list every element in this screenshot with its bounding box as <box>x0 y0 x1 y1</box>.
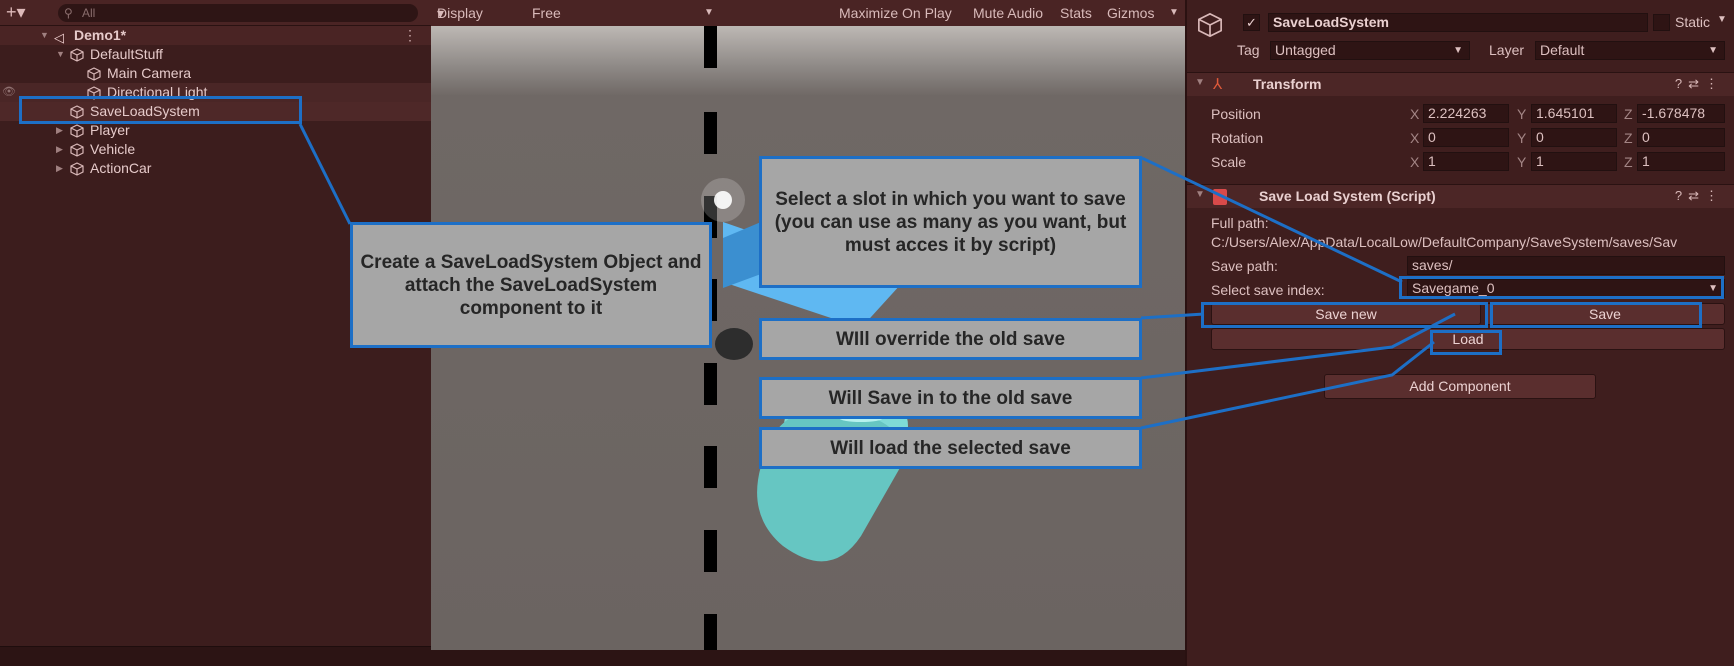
expand-arrow-icon[interactable]: ▼ <box>1195 189 1205 200</box>
rotation-z-input[interactable]: 0 <box>1637 128 1725 147</box>
component-header-icons[interactable]: ?⇄⋮ <box>1675 188 1724 204</box>
hierarchy-item-vehicle[interactable]: ▶ Vehicle <box>0 140 431 159</box>
vehicle-wheel <box>715 328 753 360</box>
layer-dropdown[interactable]: Default ▼ <box>1535 41 1725 60</box>
display-dropdown[interactable]: Display 1 ▾ <box>437 0 483 47</box>
gizmos-dropdown[interactable]: Gizmos <box>1107 0 1154 26</box>
axis-x-label: X <box>1410 106 1420 122</box>
axis-x-label: X <box>1410 130 1420 146</box>
gizmos-arrow-icon[interactable]: ▼ <box>1169 0 1179 26</box>
axis-z-label: Z <box>1624 106 1633 122</box>
gameobject-cube-icon <box>1198 12 1222 38</box>
scale-y-input[interactable]: 1 <box>1531 152 1617 171</box>
hierarchy-item-actioncar[interactable]: ▶ ActionCar <box>0 159 431 178</box>
static-checkbox[interactable] <box>1653 14 1670 31</box>
highlight-save-new <box>1201 302 1488 328</box>
position-z-input[interactable]: -1.678478 <box>1637 104 1725 123</box>
script-title: Save Load System (Script) <box>1259 188 1436 204</box>
hierarchy-item-main-camera[interactable]: Main Camera <box>0 64 431 83</box>
callout-load-selected: Will load the selected save <box>759 427 1142 469</box>
position-y-input[interactable]: 1.645101 <box>1531 104 1617 123</box>
game-toolbar: Display 1 ▾ Free Aspect ▼ Maximize On Pl… <box>431 0 1185 47</box>
scale-x-input[interactable]: 1 <box>1423 152 1509 171</box>
gameobject-cube-icon <box>70 143 84 157</box>
mute-audio-toggle[interactable]: Mute Audio <box>973 0 1043 26</box>
scene-name: Demo1* <box>74 27 127 43</box>
add-icon[interactable]: +▾ <box>6 2 26 22</box>
rotation-label: Rotation <box>1211 130 1264 146</box>
callout-select-slot: Select a slot in which you want to save … <box>759 156 1142 288</box>
expand-arrow-icon[interactable]: ▼ <box>40 26 49 45</box>
scene-row[interactable]: ▼ ◁ Demo1* ⋮ <box>0 26 431 45</box>
search-placeholder: All <box>82 6 96 20</box>
position-label: Position <box>1211 106 1261 122</box>
stats-toggle[interactable]: Stats <box>1060 0 1092 26</box>
game-bottom-bar <box>431 650 1185 666</box>
scale-label: Scale <box>1211 154 1247 170</box>
rotation-x-input[interactable]: 0 <box>1423 128 1509 147</box>
hierarchy-search-input[interactable]: ⚲ All <box>58 4 418 22</box>
gameobject-cube-icon <box>70 124 84 138</box>
collapse-arrow-icon[interactable]: ▶ <box>56 159 63 178</box>
transform-title: Transform <box>1253 76 1322 92</box>
unity-scene-icon: ◁ <box>54 30 64 45</box>
transform-header[interactable]: ▼ ⅄ Transform ?⇄⋮ <box>1187 72 1734 96</box>
highlight-load <box>1430 330 1502 355</box>
more-options-icon[interactable]: ⋮ <box>403 26 417 45</box>
chevron-down-icon: ▼ <box>1708 45 1718 56</box>
component-header-icons[interactable]: ?⇄⋮ <box>1675 76 1724 92</box>
axis-y-label: Y <box>1517 130 1527 146</box>
add-component-button[interactable]: Add Component <box>1324 374 1596 399</box>
axis-z-label: Z <box>1624 130 1633 146</box>
static-dropdown-arrow-icon[interactable]: ▼ <box>1717 14 1727 25</box>
hierarchy-item-defaultstuff[interactable]: ▼ DefaultStuff <box>0 45 431 64</box>
tag-value: Untagged <box>1275 42 1336 58</box>
hierarchy-item-label: Main Camera <box>107 65 192 81</box>
expand-arrow-icon[interactable]: ▼ <box>56 45 65 64</box>
visibility-eye-icon[interactable]: 👁 <box>2 83 16 102</box>
bottom-tab-bar <box>0 646 431 666</box>
full-path-label: Full path: <box>1211 215 1269 231</box>
callout-create-object: Create a SaveLoadSystem Object and attac… <box>350 222 712 348</box>
hierarchy-item-label: Vehicle <box>90 141 136 157</box>
script-component-header[interactable]: ▼ Save Load System (Script) ?⇄⋮ <box>1187 184 1734 208</box>
maximize-on-play-toggle[interactable]: Maximize On Play <box>839 0 952 26</box>
callout-override: WIll override the old save <box>759 318 1142 360</box>
active-checkbox[interactable]: ✓ <box>1243 14 1260 31</box>
save-path-input[interactable]: saves/ <box>1407 256 1725 275</box>
collapse-arrow-icon[interactable]: ▶ <box>56 140 63 159</box>
axis-x-label: X <box>1410 154 1420 170</box>
select-index-label: Select save index: <box>1211 282 1325 298</box>
gameobject-cube-icon <box>70 162 84 176</box>
axis-z-label: Z <box>1624 154 1633 170</box>
script-file-icon <box>1213 189 1227 205</box>
rotation-y-input[interactable]: 0 <box>1531 128 1617 147</box>
highlight-save-index <box>1399 276 1724 299</box>
chevron-down-icon: ▼ <box>1453 45 1463 56</box>
object-name-input[interactable]: SaveLoadSystem <box>1268 13 1648 32</box>
gameobject-cube-icon <box>70 48 84 62</box>
axis-y-label: Y <box>1517 154 1527 170</box>
axis-y-label: Y <box>1517 106 1527 122</box>
search-icon: ⚲ <box>64 6 73 20</box>
save-path-label: Save path: <box>1211 258 1278 274</box>
hierarchy-item-label: ActionCar <box>90 160 152 176</box>
full-path-value: C:/Users/Alex/AppData/LocalLow/DefaultCo… <box>1211 234 1678 250</box>
static-label: Static <box>1675 14 1711 30</box>
expand-arrow-icon[interactable]: ▼ <box>1195 77 1205 88</box>
transform-icon: ⅄ <box>1213 76 1223 93</box>
tag-label: Tag <box>1237 42 1260 58</box>
layer-label: Layer <box>1489 42 1525 58</box>
gameobject-cube-icon <box>87 67 101 81</box>
callout-save-into: Will Save in to the old save <box>759 377 1142 419</box>
layer-value: Default <box>1540 42 1585 58</box>
hierarchy-item-label: DefaultStuff <box>90 46 163 62</box>
highlight-save <box>1490 302 1702 328</box>
highlight-saveloadsystem <box>19 96 302 124</box>
hierarchy-toolbar: +▾ ⚲ All <box>0 0 431 26</box>
position-x-input[interactable]: 2.224263 <box>1423 104 1509 123</box>
aspect-dropdown-arrow-icon[interactable]: ▼ <box>704 0 714 26</box>
tag-dropdown[interactable]: Untagged ▼ <box>1270 41 1470 60</box>
scale-z-input[interactable]: 1 <box>1637 152 1725 171</box>
